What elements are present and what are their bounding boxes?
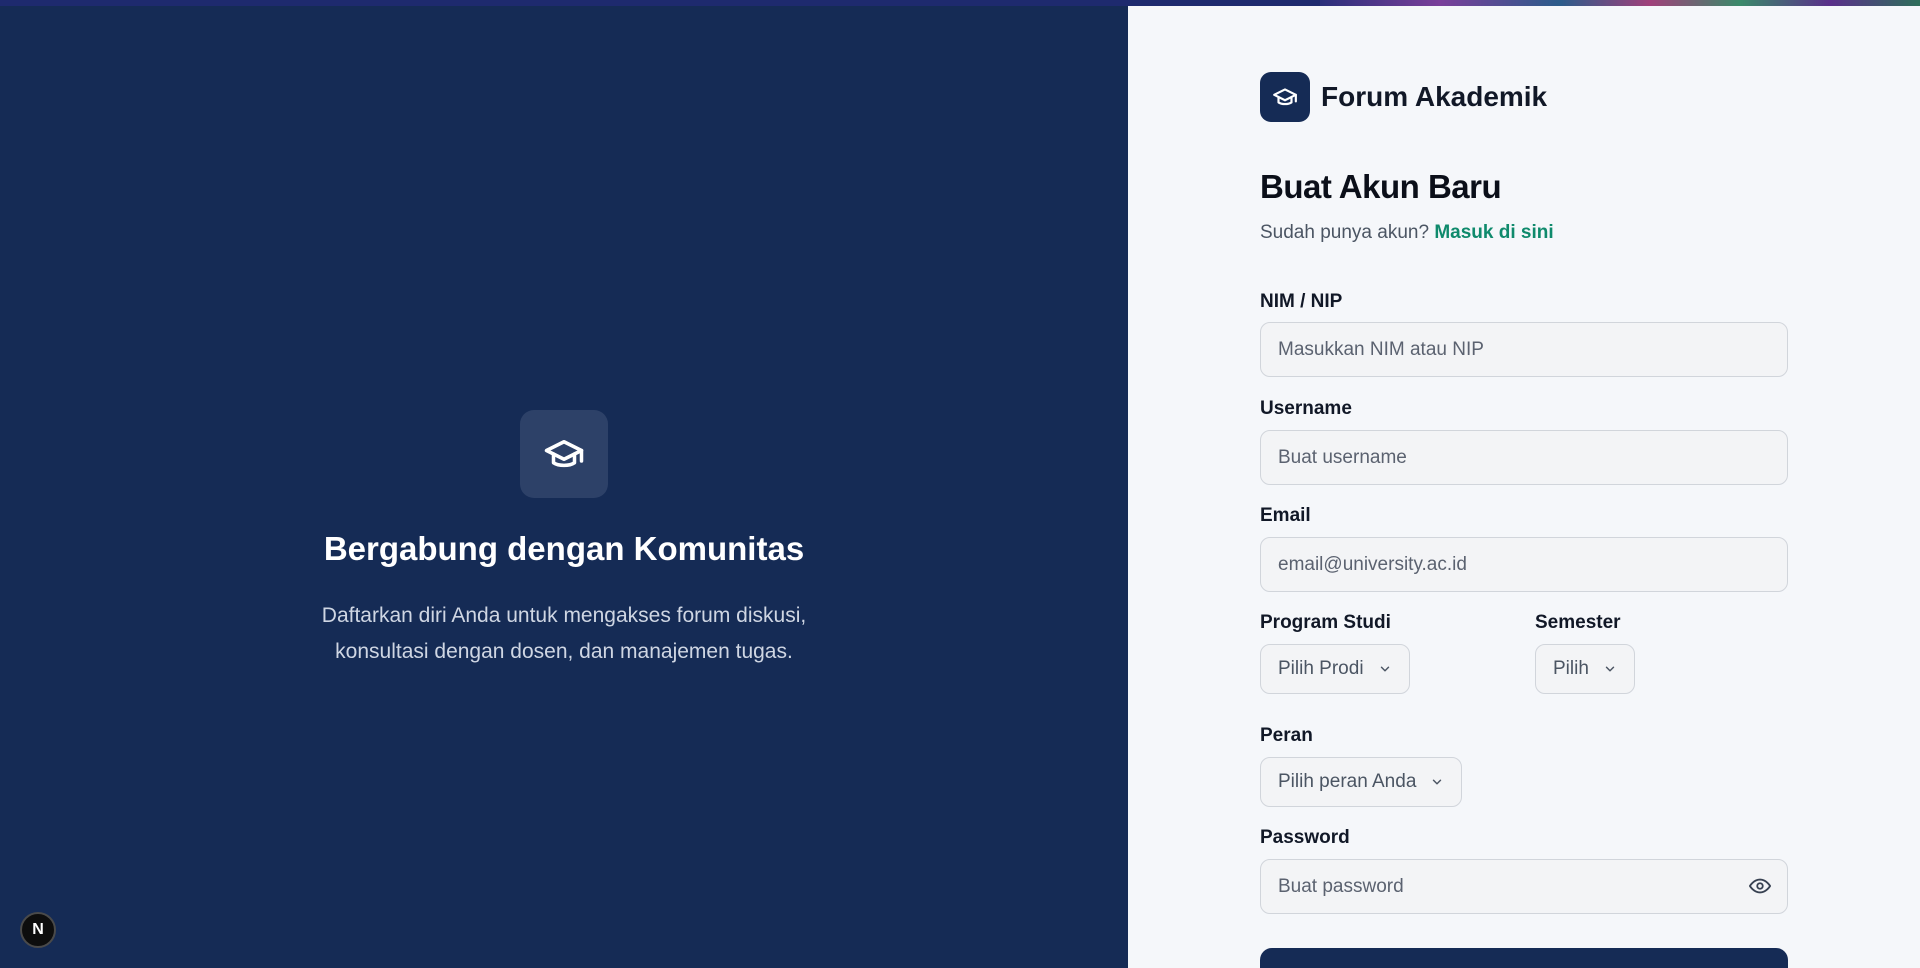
semester-select-value: Pilih (1553, 658, 1589, 679)
graduation-cap-icon (1260, 72, 1310, 122)
password-input[interactable] (1260, 859, 1788, 914)
hero-title: Bergabung dengan Komunitas (323, 530, 805, 567)
role-select[interactable]: Pilih peran Anda (1260, 757, 1463, 807)
top-strip (0, 0, 1920, 6)
semester-select[interactable]: Pilih (1535, 644, 1635, 694)
graduation-cap-icon (520, 410, 608, 498)
brand-name: Forum Akademik (1321, 81, 1548, 112)
password-label: Password (1260, 827, 1350, 848)
hero-subtitle-line1: Daftarkan diri Anda untuk mengakses foru… (321, 604, 807, 627)
prodi-label: Program Studi (1260, 612, 1391, 633)
signin-prompt: Sudah punya akun? Masuk di sini (1260, 222, 1554, 244)
hero-panel: Bergabung dengan Komunitas Daftarkan dir… (0, 0, 1128, 968)
chevron-down-icon (1378, 662, 1392, 676)
chevron-down-icon (1430, 775, 1444, 789)
semester-label: Semester (1535, 612, 1621, 633)
signin-link[interactable]: Masuk di sini (1434, 222, 1553, 243)
top-strip-art (1320, 0, 1920, 6)
next-badge-letter: N (32, 921, 44, 938)
signin-prompt-text: Sudah punya akun? (1260, 222, 1430, 243)
form-title: Buat Akun Baru (1260, 168, 1502, 205)
role-select-value: Pilih peran Anda (1278, 771, 1417, 792)
email-label: Email (1260, 505, 1311, 526)
role-label: Peran (1260, 725, 1313, 746)
prodi-select-value: Pilih Prodi (1278, 658, 1364, 679)
email-input[interactable] (1260, 537, 1788, 592)
username-input[interactable] (1260, 430, 1788, 485)
eye-icon[interactable] (1748, 874, 1772, 898)
username-label: Username (1260, 398, 1352, 419)
submit-button[interactable] (1260, 948, 1788, 968)
nim-input[interactable] (1260, 322, 1788, 377)
chevron-down-icon (1603, 662, 1617, 676)
hero-subtitle: Daftarkan diri Anda untuk mengakses foru… (264, 598, 864, 670)
nim-label: NIM / NIP (1260, 291, 1343, 312)
next-badge[interactable]: N (20, 912, 56, 948)
brand: Forum Akademik (1260, 72, 1547, 122)
prodi-select[interactable]: Pilih Prodi (1260, 644, 1410, 694)
register-panel: Forum Akademik Buat Akun Baru Sudah puny… (1128, 0, 1920, 968)
hero-subtitle-line2: konsultasi dengan dosen, dan manajemen t… (335, 640, 793, 663)
